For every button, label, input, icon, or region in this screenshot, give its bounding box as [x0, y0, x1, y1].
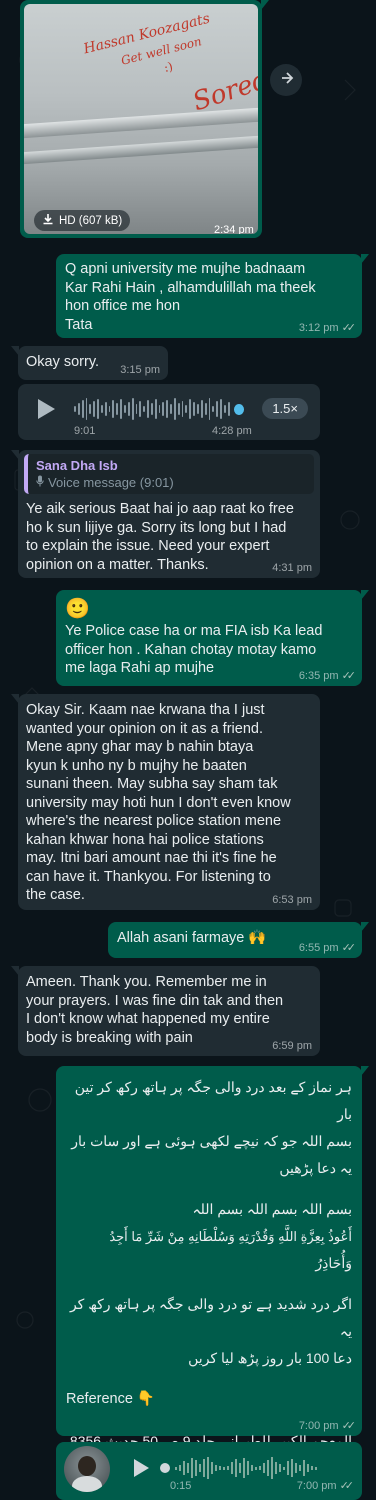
playhead-dot[interactable]: [160, 1463, 170, 1473]
quote-label: Voice message (9:01): [48, 475, 174, 490]
emoji: 🙂: [65, 598, 90, 620]
message-time: 6:55 pm ✓✓: [298, 942, 357, 954]
message-incoming[interactable]: Okay Sir. Kaam nae krwana tha I just wan…: [11, 694, 320, 910]
waveform[interactable]: [74, 396, 244, 422]
dua-line: دعا 100 بار روز پڑھ لیا کریں: [188, 1350, 352, 1366]
message-time: 6:35 pm ✓✓: [298, 670, 357, 682]
voice-message-incoming[interactable]: 1.5× 9:01 4:28 pm: [18, 384, 320, 440]
dua-line: اگر درد شدید ہے تو درد والی جگہ پر ہاتھ …: [69, 1296, 352, 1339]
dua-line: أَعُوذُ بِعِزَّةِ اللَّهِ وَقُدْرَتِهِ و…: [109, 1229, 352, 1244]
double-check-icon: ✓✓: [341, 670, 357, 682]
message-text: Okay Sir. Kaam nae krwana tha I just wan…: [26, 702, 291, 903]
hd-label: HD (607 kB): [59, 214, 123, 227]
message-text: Ameen. Thank you. Remember me in your pr…: [26, 974, 284, 1046]
reference-label: Reference 👇: [66, 1391, 155, 1407]
playhead-dot[interactable]: [233, 403, 244, 415]
double-check-icon: ✓✓: [339, 1480, 355, 1492]
shelf-edge: [24, 135, 258, 165]
message-incoming-reply[interactable]: Sana Dha Isb Voice message (9:01) Ye aik…: [11, 450, 320, 578]
dua-line: ہر نماز کے بعد درد والی جگہ پر ہاتھ رکھ …: [74, 1079, 352, 1122]
message-time: 6:53 pm: [272, 894, 312, 906]
message-outgoing[interactable]: Q apni university me mujhe badnaam Kar R…: [56, 254, 369, 338]
hd-badge[interactable]: HD (607 kB): [34, 210, 131, 231]
dua-line: بسم اللہ بسم اللہ بسم اللہ: [192, 1201, 352, 1217]
play-icon[interactable]: [132, 1458, 150, 1483]
double-check-icon: ✓✓: [341, 1420, 357, 1432]
message-time: 2:34 pm: [214, 224, 254, 234]
voice-message-outgoing[interactable]: 0:15 7:00 pm ✓✓: [56, 1442, 362, 1500]
handwriting-line: :): [162, 59, 175, 75]
image-message[interactable]: Hassan Koozagats Get well soon :) Sored …: [20, 0, 269, 238]
voice-duration: 9:01: [74, 425, 96, 437]
dua-line: بسم اللہ جو کہ نیچے لکھی ہوئی ہے اور سات…: [71, 1133, 352, 1149]
message-text: Allah asani farmaye 🙌: [117, 930, 267, 946]
message-time: 3:12 pm ✓✓: [298, 322, 357, 334]
shelf-edge: [24, 107, 258, 139]
message-incoming[interactable]: Ameen. Thank you. Remember me in your pr…: [11, 966, 320, 1056]
message-time: 7:00 pm ✓✓: [296, 1480, 355, 1492]
double-check-icon: ✓✓: [341, 322, 357, 334]
dua-line: وَأُحَاذِرُ: [315, 1255, 352, 1271]
message-incoming[interactable]: Okay sorry. 3:15 pm: [11, 346, 168, 380]
avatar[interactable]: [64, 1446, 110, 1492]
dua-line: یہ دعا پڑھیں: [279, 1160, 352, 1176]
message-time: 7:00 pm ✓✓: [298, 1420, 357, 1432]
message-text: Okay sorry.: [26, 354, 100, 370]
play-icon[interactable]: [36, 398, 56, 425]
forward-icon: [278, 71, 294, 90]
photo[interactable]: Hassan Koozagats Get well soon :) Sored …: [24, 4, 258, 234]
waveform[interactable]: [160, 1456, 345, 1480]
message-time: 4:31 pm: [272, 562, 312, 574]
message-time: 4:28 pm: [212, 425, 252, 437]
message-outgoing-dua[interactable]: ہر نماز کے بعد درد والی جگہ پر ہاتھ رکھ …: [56, 1066, 369, 1449]
voice-duration: 0:15: [170, 1480, 192, 1492]
quote-author: Sana Dha Isb: [36, 458, 118, 473]
speed-button[interactable]: 1.5×: [262, 398, 308, 419]
double-check-icon: ✓✓: [341, 942, 357, 954]
message-outgoing[interactable]: 🙂 Ye Police case ha or ma FIA isb Ka lea…: [56, 590, 369, 686]
mic-icon: [36, 474, 44, 491]
forward-button[interactable]: [270, 64, 302, 96]
message-time: 6:59 pm: [272, 1040, 312, 1052]
quoted-message[interactable]: Sana Dha Isb Voice message (9:01): [24, 454, 314, 494]
download-icon: [42, 213, 54, 228]
message-text: Ye aik serious Baat hai jo aap raat ko f…: [26, 501, 294, 573]
message-outgoing[interactable]: Allah asani farmaye 🙌 6:55 pm ✓✓: [108, 922, 369, 958]
message-time: 3:15 pm: [120, 364, 160, 376]
